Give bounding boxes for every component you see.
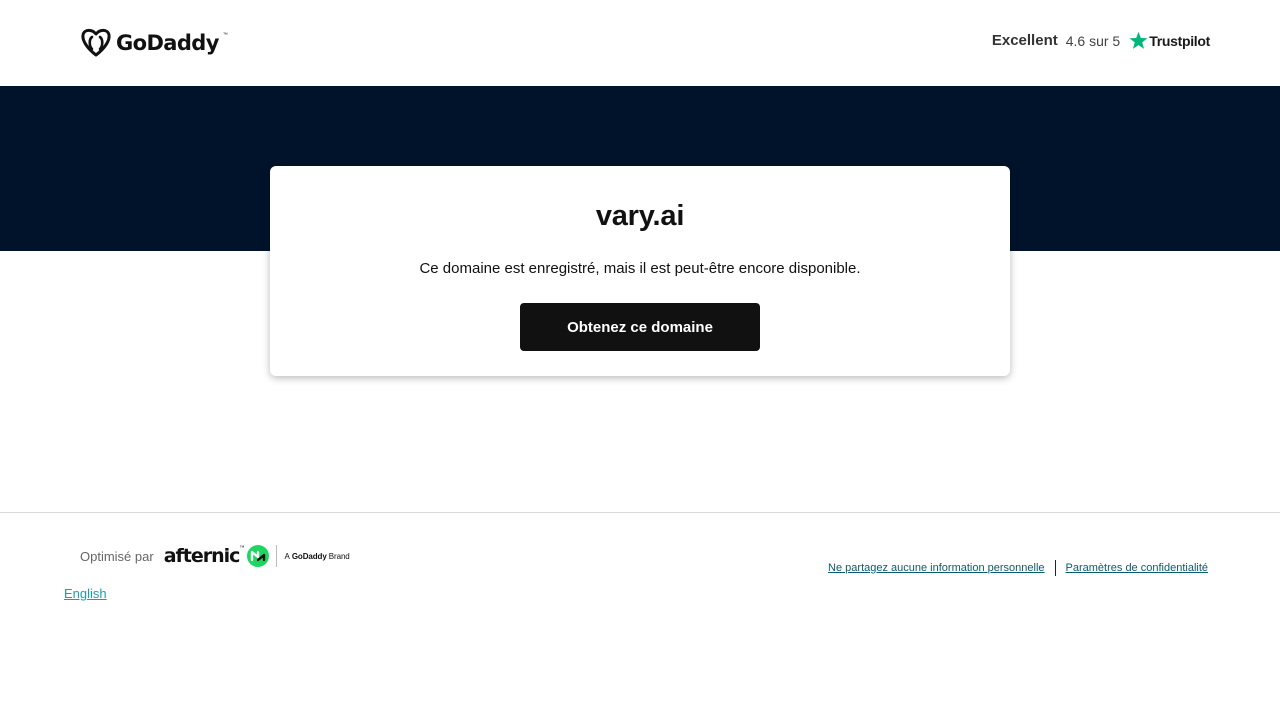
godaddy-heart-icon: [81, 28, 111, 57]
powered-by-label: Optimisé par: [80, 548, 154, 564]
footer-privacy-links: Ne partagez aucune information personnel…: [828, 560, 1208, 576]
afternic-logo-wordmark: afternic: [163, 545, 241, 567]
godaddy-brand-tag: A GoDaddy Brand: [284, 551, 350, 561]
do-not-share-info-link[interactable]: Ne partagez aucune information personnel…: [828, 562, 1044, 574]
trustpilot-brand: Trustpilot: [1129, 31, 1210, 50]
language-link-english[interactable]: English: [64, 586, 107, 601]
get-domain-button[interactable]: Obtenez ce domaine: [520, 303, 760, 351]
trustpilot-rating[interactable]: Excellent 4.6 sur 5 Trustpilot: [992, 31, 1210, 50]
site-header: GoDaddy ™ Excellent 4.6 sur 5 Trustpilot: [0, 0, 1280, 86]
trustpilot-rating-word: Excellent: [991, 32, 1058, 49]
domain-card: vary.ai Ce domaine est enregistré, mais …: [270, 166, 1010, 376]
trustpilot-score: 4.6 sur 5: [1065, 32, 1121, 49]
domain-status-message: Ce domaine est enregistré, mais il est p…: [419, 260, 861, 277]
afternic-swirl-icon: [247, 545, 270, 567]
logo-wordmark: GoDaddy: [116, 30, 219, 55]
trustpilot-brand-label: Trustpilot: [1149, 32, 1210, 49]
trustpilot-star-icon: [1129, 31, 1148, 49]
godaddy-logo[interactable]: GoDaddy ™: [80, 28, 228, 57]
domain-title: vary.ai: [595, 200, 685, 232]
afternic-trademark: ™: [239, 545, 245, 551]
privacy-settings-link[interactable]: Paramètres de confidentialité: [1066, 562, 1208, 574]
footer-link-separator: [1054, 560, 1056, 576]
powered-by: Optimisé par afternic ™ A GoDaddy Brand: [80, 544, 350, 568]
brand-separator: [276, 545, 278, 567]
footer-divider: [0, 512, 1280, 513]
logo-trademark: ™: [222, 31, 228, 38]
